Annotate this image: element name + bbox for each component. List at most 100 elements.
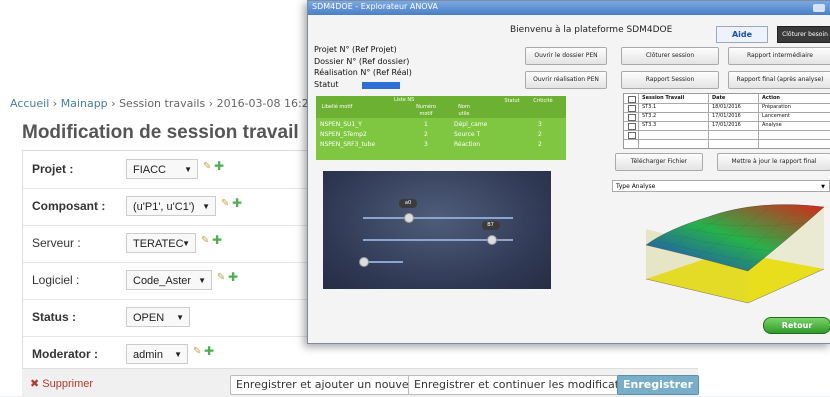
pencil-icon[interactable]: ✎ — [203, 162, 213, 172]
anova-window: SDM4DOE - Explorateur ANOVA Bienvenu à l… — [307, 0, 830, 344]
ns-cell: 2 — [538, 131, 542, 138]
window-controls[interactable] — [813, 4, 825, 12]
session-report-button[interactable]: Rapport Session — [621, 71, 719, 89]
ns-cell: 2 — [424, 131, 428, 138]
ns-col-header: Numéro motif — [416, 104, 436, 117]
status-select[interactable]: OPEN ▼ — [126, 307, 190, 327]
intermediate-report-button[interactable]: Rapport intermédiaire — [728, 47, 830, 65]
open-folder-button[interactable]: Ouvrir le dossier PEN — [525, 47, 607, 65]
realisation-info: Réalisation N° (Ref Réal) — [314, 68, 412, 77]
sessions-col-header: Session Travail — [642, 95, 685, 101]
update-final-report-button[interactable]: Mettre à jour le rapport final — [717, 153, 830, 171]
composant-select[interactable]: (u'P1', u'C1') ▼ — [126, 196, 216, 216]
response-surface-plot[interactable] — [638, 199, 828, 307]
plus-icon[interactable]: ✚ — [204, 345, 214, 357]
projet-label: Projet : — [32, 162, 74, 176]
open-realisation-button[interactable]: Ouvrir réalisation PEN — [525, 71, 607, 89]
sessions-cell: ST3.3 — [642, 122, 657, 128]
slider-handle[interactable] — [404, 213, 414, 223]
field-row-composant: Composant : (u'P1', u'C1') ▼ ✎ ✚ — [23, 188, 315, 226]
analysis-type-select[interactable]: Type Analyse ▼ — [612, 180, 830, 192]
select-all-checkbox[interactable] — [628, 96, 636, 103]
ns-cell: NSPEN_SRF3_tube — [320, 141, 376, 148]
serveur-select[interactable]: TERATEC ▼ — [126, 233, 196, 253]
plus-icon[interactable]: ✚ — [214, 160, 224, 172]
table-divider — [624, 139, 830, 140]
sessions-col-header: Action — [762, 95, 780, 101]
sessions-cell: Préparation — [762, 104, 791, 110]
breadcrumb-separator: › — [52, 97, 58, 110]
row-checkbox[interactable] — [628, 114, 636, 121]
sessions-cell: ST3.2 — [642, 113, 657, 119]
row-checkbox[interactable] — [628, 105, 636, 112]
sessions-cell: Analyse — [762, 122, 782, 128]
plus-icon[interactable]: ✚ — [232, 197, 242, 209]
close-icon: ✖ — [30, 378, 40, 390]
ns-cell: 1 — [424, 121, 428, 128]
sessions-cell: 17/01/2016 — [712, 122, 741, 128]
slider-panel: a0 B7 — [323, 171, 551, 289]
submit-row: ✖ Supprimer Enregistrer et ajouter un no… — [22, 368, 699, 397]
close-session-button[interactable]: Clôturer session — [621, 47, 719, 65]
delete-link[interactable]: ✖ Supprimer — [30, 377, 93, 390]
slider-handle[interactable] — [486, 235, 497, 245]
projet-select[interactable]: FIACC ▼ — [126, 159, 198, 179]
back-button[interactable]: Retour — [763, 317, 830, 334]
statut-indicator — [362, 82, 400, 89]
ns-cell: Dépl_came — [454, 121, 488, 128]
slider-track — [363, 217, 513, 219]
download-file-button[interactable]: Télécharger Fichier — [615, 153, 703, 171]
ns-col-header: Libellé motif — [321, 104, 353, 110]
ns-list-table: Liste NS Libellé motif Numéro motif Nom … — [316, 96, 566, 160]
pencil-icon[interactable]: ✎ — [201, 236, 211, 246]
moderator-select[interactable]: admin ▼ — [126, 344, 188, 364]
final-report-button[interactable]: Rapport final (après analyse) — [728, 71, 830, 89]
logiciel-value: Code_Aster — [133, 275, 192, 287]
table-divider — [624, 130, 830, 131]
row-checkbox[interactable] — [628, 132, 636, 139]
field-row-status: Status : OPEN ▼ — [23, 299, 315, 337]
close-need-button[interactable]: Clôturer besoin — [777, 26, 830, 43]
ns-cell: 3 — [424, 141, 428, 148]
breadcrumb-current: Session travails › 2016-03-08 16:26:09 — [119, 97, 334, 110]
ns-table-group-header: Liste NS — [394, 97, 415, 103]
logiciel-select[interactable]: Code_Aster ▼ — [126, 270, 212, 290]
composant-label: Composant : — [32, 199, 106, 213]
sessions-table: Session Travail Date Action ST3.1 18/01/… — [623, 93, 830, 149]
composant-value: (u'P1', u'C1') — [133, 201, 195, 213]
table-row[interactable]: NSPEN_STemp2 2 Source T 2 — [316, 130, 566, 139]
ns-col-header: Criticité — [533, 98, 553, 104]
save-button[interactable]: Enregistrer — [617, 375, 699, 395]
projet-value: FIACC — [133, 164, 166, 176]
sessions-cell: Lancement — [762, 113, 790, 119]
ns-cell: 3 — [538, 121, 542, 128]
table-row[interactable]: NSPEN_SU1_Y 1 Dépl_came 3 — [316, 120, 566, 129]
breadcrumb-app-link[interactable]: Mainapp — [61, 97, 108, 110]
window-titlebar[interactable]: SDM4DOE - Explorateur ANOVA — [308, 1, 830, 15]
breadcrumb-home-link[interactable]: Accueil — [10, 97, 49, 110]
pencil-icon[interactable]: ✎ — [193, 347, 203, 357]
pencil-icon[interactable]: ✎ — [221, 199, 231, 209]
save-and-add-button[interactable]: Enregistrer et ajouter un nouveau — [230, 375, 429, 395]
ns-cell: 2 — [538, 141, 542, 148]
page-title: Modification de session travail — [22, 122, 299, 143]
slider-handle[interactable] — [359, 257, 369, 267]
pencil-icon[interactable]: ✎ — [217, 273, 227, 283]
ns-cell: Source T — [454, 131, 481, 138]
chevron-down-icon: ▼ — [198, 276, 206, 285]
sessions-col-header: Date — [712, 95, 726, 101]
chevron-down-icon: ▼ — [182, 239, 190, 248]
plus-icon[interactable]: ✚ — [212, 234, 222, 246]
save-and-continue-button[interactable]: Enregistrer et continuer les modificatio… — [408, 375, 648, 395]
slider-track — [363, 261, 403, 263]
slider-value-bubble: B7 — [481, 221, 500, 230]
plus-icon[interactable]: ✚ — [228, 271, 238, 283]
row-checkbox[interactable] — [628, 123, 636, 130]
table-row[interactable]: NSPEN_SRF3_tube 3 Réaction 2 — [316, 140, 566, 149]
help-button[interactable]: Aide — [716, 26, 768, 43]
status-label: Status : — [32, 310, 77, 324]
field-row-projet: Projet : FIACC ▼ ✎ ✚ — [23, 151, 315, 189]
projet-info: Projet N° (Ref Projet) — [314, 45, 397, 54]
sessions-cell: 18/01/2016 — [712, 104, 741, 110]
slider-value-bubble: a0 — [399, 199, 417, 208]
